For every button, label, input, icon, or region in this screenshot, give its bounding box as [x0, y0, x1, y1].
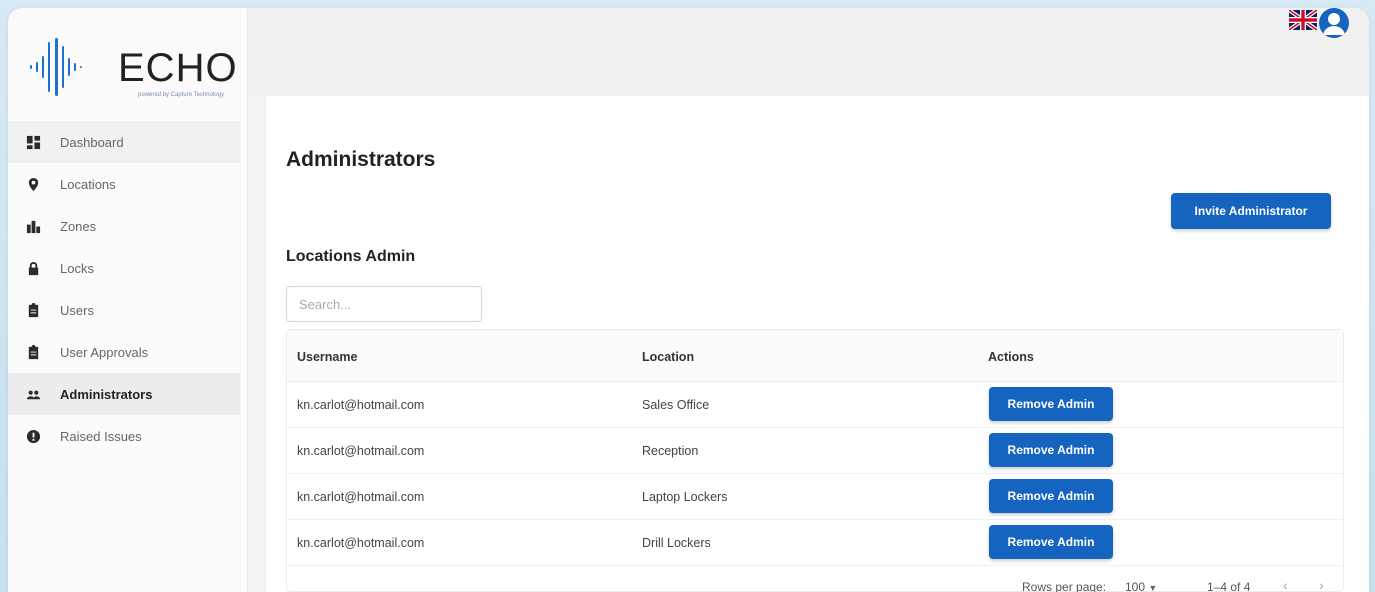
- table-row: kn.carlot@hotmail.com Laptop Lockers Rem…: [287, 474, 1343, 520]
- remove-admin-button[interactable]: Remove Admin: [989, 433, 1113, 467]
- sidebar-item-label: Users: [60, 302, 94, 318]
- sidebar-item-label: Zones: [60, 218, 97, 234]
- username-cell: kn.carlot@hotmail.com: [297, 444, 425, 458]
- location-cell: Sales Office: [642, 398, 710, 412]
- lock-icon: [24, 259, 42, 277]
- alert-icon: [24, 427, 42, 445]
- sidebar-item-user-approvals[interactable]: User Approvals: [8, 331, 240, 373]
- table-pagination: Rows per page: 100 ▼ 1–4 of 4 ‹ ›: [287, 566, 1343, 592]
- sidebar-item-users[interactable]: Users: [8, 289, 240, 331]
- clipboard-icon: [24, 343, 42, 361]
- username-cell: kn.carlot@hotmail.com: [297, 490, 425, 504]
- table-row: kn.carlot@hotmail.com Drill Lockers Remo…: [287, 520, 1343, 566]
- sidebar: ECHO powered by Capture Technology Dashb…: [8, 8, 248, 592]
- sidebar-item-administrators[interactable]: Administrators: [8, 373, 240, 415]
- location-pin-icon: [24, 175, 42, 193]
- echo-logo[interactable]: ECHO powered by Capture Technology: [28, 32, 237, 102]
- sidebar-nav: Dashboard Locations Zones Locks Users Us…: [8, 121, 248, 457]
- table-row: kn.carlot@hotmail.com Sales Office Remov…: [287, 382, 1343, 428]
- top-header: [249, 8, 1369, 96]
- location-cell: Laptop Lockers: [642, 490, 728, 504]
- app-window: ECHO powered by Capture Technology Dashb…: [8, 8, 1369, 592]
- sidebar-item-label: Locations: [60, 176, 116, 192]
- brand-tagline: powered by Capture Technology: [138, 92, 224, 98]
- sidebar-item-locks[interactable]: Locks: [8, 247, 240, 289]
- uk-flag-icon[interactable]: [1289, 10, 1317, 30]
- sidebar-item-dashboard[interactable]: Dashboard: [8, 121, 240, 163]
- sidebar-item-label: User Approvals: [60, 344, 149, 360]
- sidebar-item-label: Dashboard: [60, 134, 124, 150]
- soundwave-logo-icon: [30, 38, 82, 96]
- chevron-left-icon[interactable]: ‹: [1283, 577, 1288, 592]
- pagination-range: 1–4 of 4: [1207, 580, 1251, 592]
- column-header-username[interactable]: Username: [297, 350, 357, 364]
- rows-per-page-select[interactable]: 100 ▼: [1125, 580, 1157, 592]
- sidebar-item-raised-issues[interactable]: Raised Issues: [8, 415, 240, 457]
- sidebar-item-label: Locks: [60, 260, 94, 276]
- clipboard-icon: [24, 301, 42, 319]
- dashboard-icon: [24, 133, 42, 151]
- column-header-location[interactable]: Location: [642, 350, 694, 364]
- brand-name: ECHO: [118, 46, 238, 90]
- main-content: Administrators Invite Administrator Loca…: [266, 96, 1369, 592]
- username-cell: kn.carlot@hotmail.com: [297, 536, 425, 550]
- buildings-icon: [24, 217, 42, 235]
- location-cell: Reception: [642, 444, 699, 458]
- remove-admin-button[interactable]: Remove Admin: [989, 387, 1113, 421]
- section-title: Locations Admin: [286, 248, 416, 265]
- column-header-actions: Actions: [988, 350, 1034, 364]
- table-header: Username Location Actions: [287, 330, 1343, 382]
- sidebar-item-locations[interactable]: Locations: [8, 163, 240, 205]
- chevron-down-icon: ▼: [1148, 583, 1158, 592]
- admins-table: Username Location Actions kn.carlot@hotm…: [286, 329, 1344, 592]
- chevron-right-icon[interactable]: ›: [1319, 577, 1324, 592]
- rows-per-page-label: Rows per page:: [1022, 580, 1107, 592]
- location-cell: Drill Lockers: [642, 536, 711, 550]
- rows-per-page-value: 100: [1125, 580, 1146, 592]
- search-input[interactable]: [286, 286, 482, 322]
- invite-administrator-button[interactable]: Invite Administrator: [1171, 193, 1331, 229]
- user-avatar-icon[interactable]: [1319, 8, 1349, 38]
- table-row: kn.carlot@hotmail.com Reception Remove A…: [287, 428, 1343, 474]
- remove-admin-button[interactable]: Remove Admin: [989, 479, 1113, 513]
- sidebar-item-label: Administrators: [60, 386, 153, 402]
- sidebar-item-zones[interactable]: Zones: [8, 205, 240, 247]
- sidebar-item-label: Raised Issues: [60, 428, 142, 444]
- remove-admin-button[interactable]: Remove Admin: [989, 525, 1113, 559]
- people-icon: [24, 385, 42, 403]
- page-title: Administrators: [286, 148, 436, 171]
- username-cell: kn.carlot@hotmail.com: [297, 398, 425, 412]
